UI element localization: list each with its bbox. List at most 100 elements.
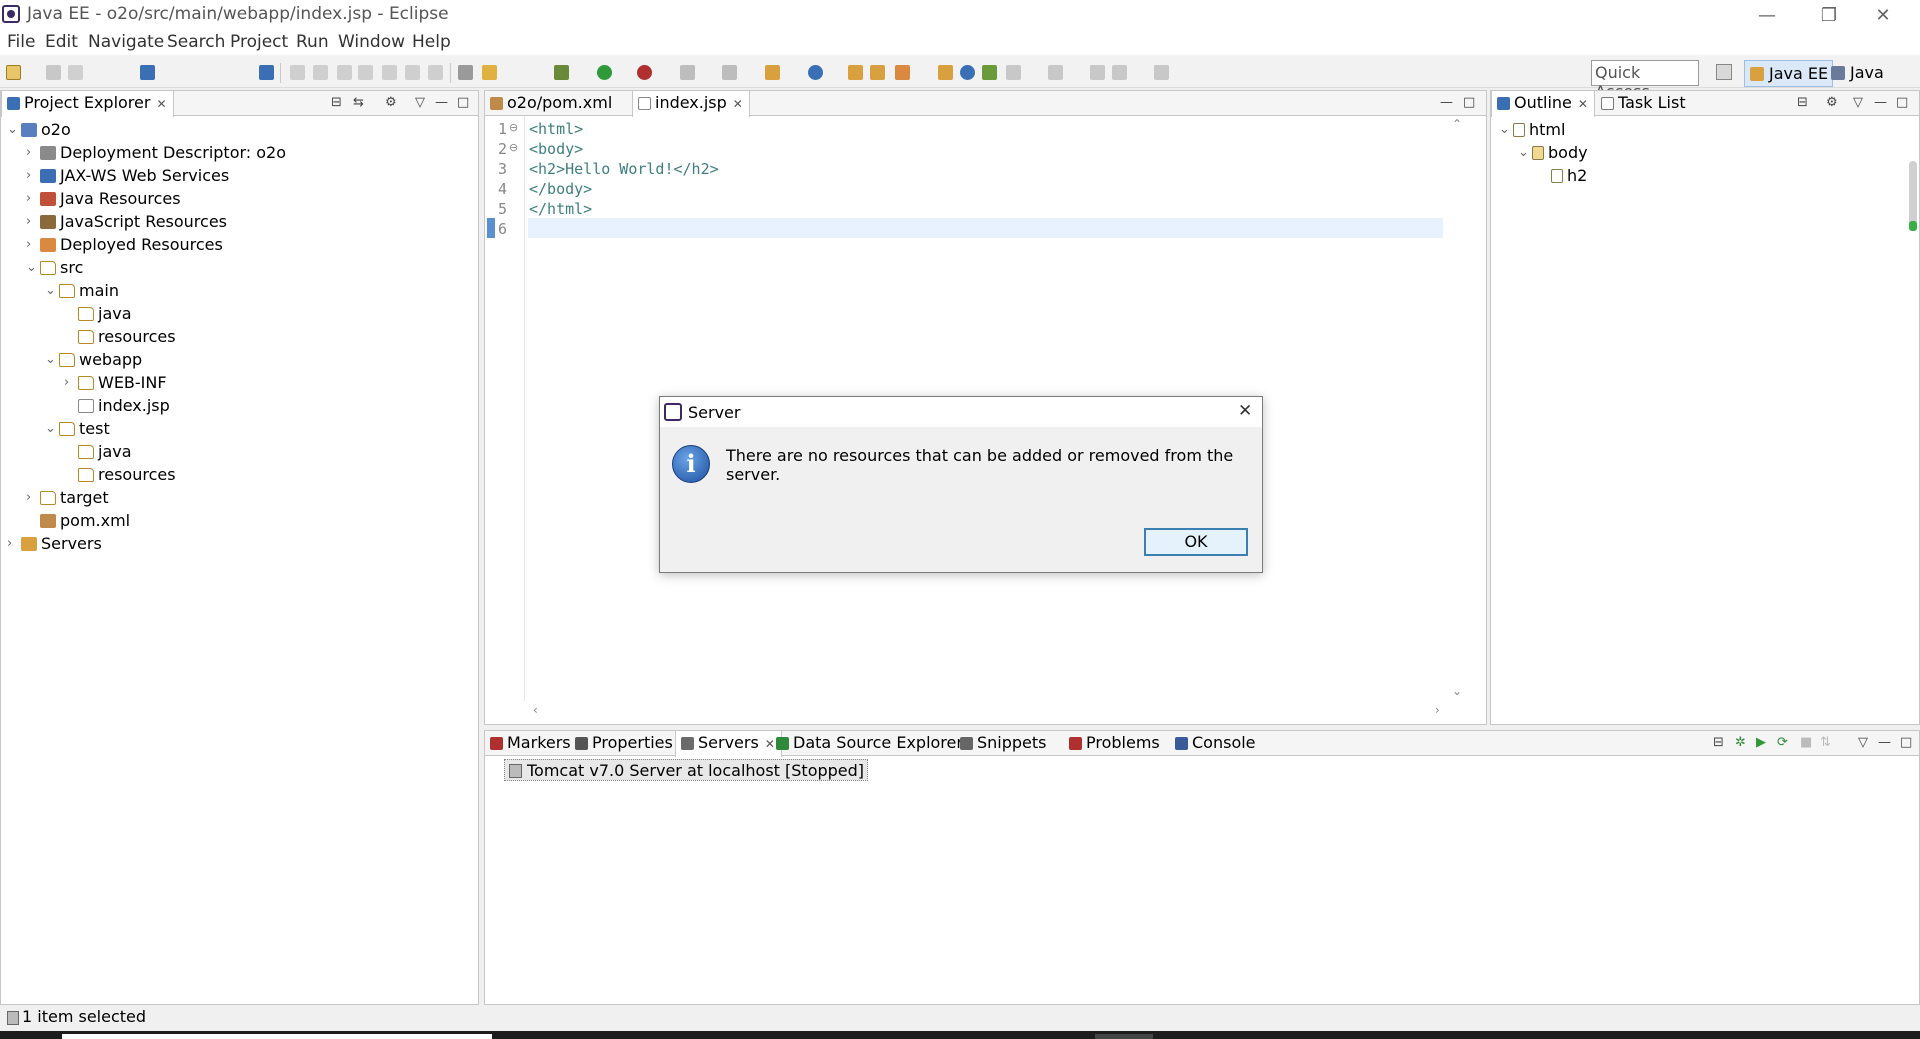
tree-item[interactable]: java — [64, 440, 132, 463]
chevron-down-icon[interactable]: ⌄ — [26, 260, 40, 275]
view-chevron-down-icon[interactable]: ▽ — [1858, 735, 1868, 750]
debug-server-icon[interactable]: ✲ — [1735, 735, 1746, 750]
skip-breakpoints-icon[interactable] — [482, 65, 497, 80]
menu-search[interactable]: Search — [167, 32, 225, 52]
open-task-icon[interactable] — [870, 65, 885, 80]
disconnect-icon[interactable] — [358, 65, 373, 80]
menu-project[interactable]: Project — [230, 32, 288, 52]
tab-index-jsp[interactable]: index.jsp ✕ — [632, 91, 750, 117]
dialog-close-icon[interactable]: ✕ — [1238, 401, 1252, 421]
tab-servers[interactable]: Servers ✕ — [675, 731, 782, 757]
publish-icon[interactable] — [722, 65, 737, 80]
tree-item[interactable]: ⌄ webapp — [45, 348, 142, 371]
minimize-view-icon[interactable]: — — [1878, 735, 1891, 750]
collapse-all-icon[interactable]: ⊟ — [331, 95, 342, 110]
step-over-icon[interactable] — [405, 65, 420, 80]
minimize-view-icon[interactable]: — — [435, 95, 448, 110]
next-annotation-icon[interactable] — [1006, 65, 1021, 80]
tree-item[interactable]: index.jsp — [64, 394, 170, 417]
pointer-icon[interactable] — [259, 65, 274, 80]
menu-edit[interactable]: Edit — [45, 32, 78, 52]
debug-icon[interactable] — [554, 65, 569, 80]
view-menu-icon[interactable]: ⚙ — [385, 95, 397, 110]
fold-collapse-icon[interactable]: ⊖ — [509, 141, 518, 154]
tree-item[interactable]: › Servers — [7, 532, 102, 555]
tree-item[interactable]: ⌄ src — [26, 256, 83, 279]
menu-file[interactable]: File — [7, 32, 35, 52]
chevron-down-icon[interactable]: ⌄ — [45, 421, 59, 436]
use-step-filters-icon[interactable] — [458, 65, 473, 80]
scroll-up-icon[interactable]: ⌃ — [1452, 117, 1462, 131]
outline-item[interactable]: ⌄ html — [1499, 118, 1565, 141]
scroll-down-icon[interactable]: ⌄ — [1452, 684, 1462, 698]
tree-item[interactable]: › JavaScript Resources — [26, 210, 227, 233]
tree-item[interactable]: › WEB-INF — [64, 371, 167, 394]
save-icon[interactable] — [46, 65, 61, 80]
chevron-right-icon[interactable]: › — [26, 191, 40, 206]
maximize-editor-icon[interactable]: □ — [1463, 95, 1475, 110]
annotation-icon[interactable] — [982, 65, 997, 80]
tab-data-source-explorer[interactable]: Data Source Explorer — [771, 731, 969, 756]
tree-item[interactable]: ⌄ test — [45, 417, 110, 440]
menu-help[interactable]: Help — [412, 32, 451, 52]
tab-project-explorer[interactable]: Project Explorer ✕ — [1, 91, 174, 117]
menu-run[interactable]: Run — [296, 32, 329, 52]
minimize-editor-icon[interactable]: — — [1440, 95, 1453, 110]
tree-item[interactable]: resources — [64, 325, 176, 348]
view-chevron-down-icon[interactable]: ▽ — [415, 95, 425, 110]
previous-annotation-icon[interactable] — [1048, 65, 1063, 80]
tab-outline[interactable]: Outline ✕ — [1491, 91, 1595, 117]
tree-item[interactable]: resources — [64, 463, 176, 486]
new-java-class-icon[interactable] — [808, 65, 823, 80]
chevron-down-icon[interactable]: ⌄ — [1499, 122, 1513, 137]
run-icon[interactable] — [597, 65, 612, 80]
outline-item[interactable]: h2 — [1537, 164, 1587, 187]
tab-close-icon[interactable]: ✕ — [733, 97, 743, 111]
tree-item[interactable]: java — [64, 302, 132, 325]
tab-problems[interactable]: Problems — [1064, 731, 1166, 756]
new-icon[interactable] — [6, 65, 21, 80]
maximize-view-icon[interactable]: □ — [457, 95, 469, 110]
maximize-view-icon[interactable]: □ — [1900, 735, 1912, 750]
ok-button[interactable]: OK — [1144, 528, 1248, 556]
globe-icon[interactable] — [960, 65, 975, 80]
maximize-view-icon[interactable]: □ — [1896, 95, 1908, 110]
chevron-right-icon[interactable]: › — [26, 214, 40, 229]
minimize-view-icon[interactable]: — — [1874, 95, 1887, 110]
collapse-all-icon[interactable]: ⊟ — [1797, 95, 1808, 110]
chevron-right-icon[interactable]: › — [7, 536, 21, 551]
tree-item[interactable]: ⌄ main — [45, 279, 119, 302]
chevron-right-icon[interactable]: › — [64, 375, 78, 390]
menu-navigate[interactable]: Navigate — [88, 32, 164, 52]
tree-item[interactable]: › Deployment Descriptor: o2o — [26, 141, 286, 164]
forward-icon[interactable] — [1154, 65, 1169, 80]
link-editor-icon[interactable]: ⇆ — [353, 95, 364, 110]
collapse-all-icon[interactable]: ⊟ — [1713, 735, 1724, 750]
menu-window[interactable]: Window — [338, 32, 405, 52]
minimize-button[interactable]: — — [1744, 0, 1790, 30]
outline-item[interactable]: ⌄ body — [1518, 141, 1588, 164]
perspective-java[interactable]: Java — [1826, 60, 1888, 87]
tab-pom-xml[interactable]: o2o/pom.xml — [485, 91, 618, 116]
new-server-icon[interactable] — [765, 65, 780, 80]
chevron-right-icon[interactable]: › — [26, 490, 40, 505]
run-external-icon[interactable] — [637, 65, 652, 80]
restore-button[interactable]: ❐ — [1806, 0, 1852, 30]
taskbar-eclipse-app[interactable] — [1095, 1034, 1153, 1039]
chevron-down-icon[interactable]: ⌄ — [45, 283, 59, 298]
tree-item[interactable]: ⌄ o2o — [7, 118, 71, 141]
terminate-icon[interactable] — [337, 65, 352, 80]
view-chevron-down-icon[interactable]: ▽ — [1853, 95, 1863, 110]
step-return-icon[interactable] — [428, 65, 443, 80]
tab-close-icon[interactable]: ✕ — [156, 97, 166, 111]
taskbar-search-box[interactable] — [62, 1034, 492, 1039]
terminal-icon[interactable] — [140, 65, 155, 80]
chevron-right-icon[interactable]: › — [26, 168, 40, 183]
close-window-button[interactable]: ✕ — [1860, 0, 1906, 30]
tree-item[interactable]: › JAX-WS Web Services — [26, 164, 229, 187]
suspend-icon[interactable] — [313, 65, 328, 80]
tree-item[interactable]: › target — [26, 486, 109, 509]
save-all-icon[interactable] — [68, 65, 83, 80]
fold-collapse-icon[interactable]: ⊖ — [509, 121, 518, 134]
search-toolbar-icon[interactable] — [895, 65, 910, 80]
